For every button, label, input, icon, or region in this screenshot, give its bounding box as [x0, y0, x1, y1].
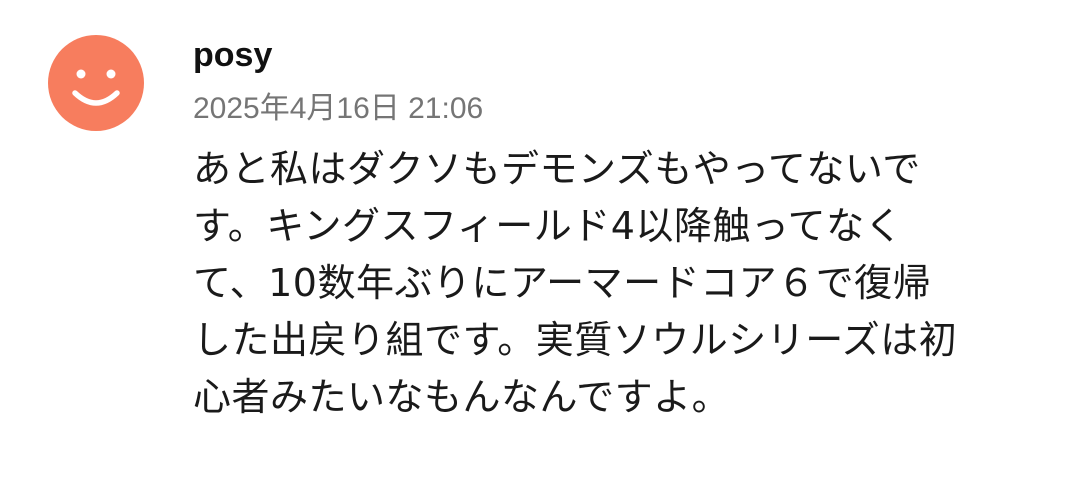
comment-body: あと私はダクソもデモンズもやってないで す。キングスフィールド4以降触ってなく … — [193, 141, 1023, 426]
comment-body-line: す。キングスフィールド4以降触ってなく — [193, 204, 904, 248]
username[interactable]: posy — [193, 33, 1053, 77]
avatar[interactable] — [48, 35, 144, 131]
comment-body-line: した出戻り組です。実質ソウルシリーズは初 — [193, 318, 958, 362]
comment-card: posy 2025年4月16日 21:06 あと私はダクソもデモンズもやってない… — [0, 0, 1080, 485]
smiley-face-icon — [72, 69, 120, 106]
comment-body-line: て、10数年ぶりにアーマードコア６で復帰 — [193, 261, 932, 305]
comment-body-line: あと私はダクソもデモンズもやってないで — [193, 147, 921, 191]
comment-content: posy 2025年4月16日 21:06 あと私はダクソもデモンズもやってない… — [193, 33, 1053, 426]
timestamp: 2025年4月16日 21:06 — [193, 92, 484, 125]
comment-body-line: 心者みたいなもんなんですよ。 — [193, 375, 731, 419]
